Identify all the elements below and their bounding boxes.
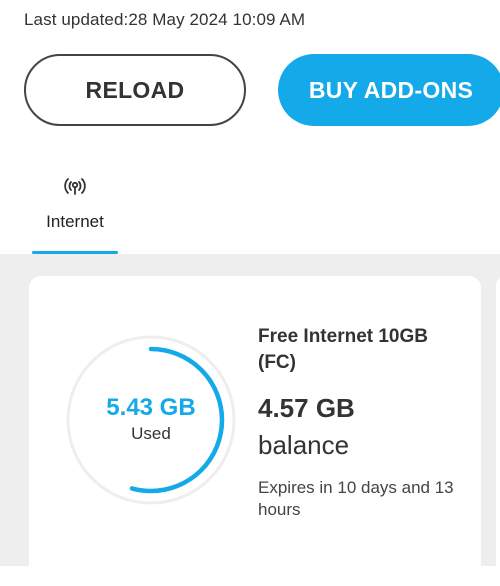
usage-card[interactable]: 5.43 GB Used Free Internet 10GB (FC) 4.5…	[29, 276, 481, 586]
antenna-icon	[64, 178, 86, 195]
tab-internet-label: Internet	[46, 212, 104, 231]
expiry-text: Expires in 10 days and 13 hours	[258, 478, 454, 519]
last-updated-text: Last updated:28 May 2024 10:09 AM	[24, 10, 306, 29]
reload-button[interactable]: RELOAD	[24, 54, 246, 126]
balance-value: 4.57 GB	[258, 393, 355, 423]
tab-internet[interactable]: Internet	[32, 168, 118, 254]
used-label: Used	[131, 424, 171, 443]
used-value: 5.43 GB	[106, 394, 196, 421]
buy-addons-button[interactable]: BUY ADD-ONS	[278, 54, 500, 126]
usage-ring: 5.43 GB Used	[65, 334, 237, 506]
plan-name: Free Internet 10GB (FC)	[258, 326, 428, 373]
balance-label: balance	[258, 430, 350, 460]
next-card-edge[interactable]	[496, 276, 500, 586]
